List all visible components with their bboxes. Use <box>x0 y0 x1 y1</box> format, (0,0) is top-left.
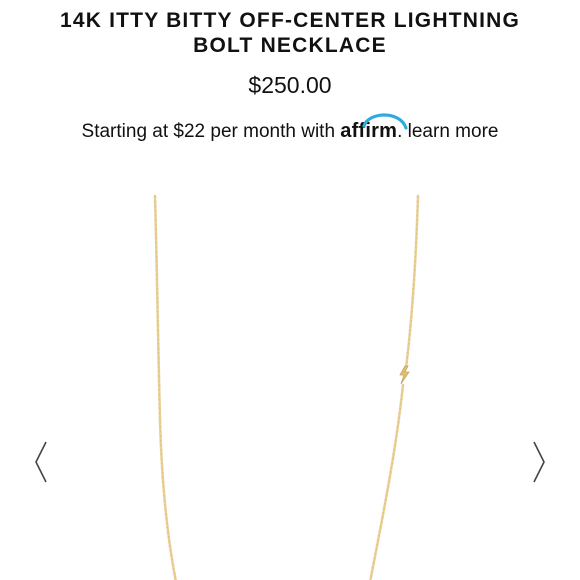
chevron-right-icon <box>533 441 545 483</box>
necklace-product-image <box>153 194 420 580</box>
learn-more-link[interactable]: learn more <box>408 121 499 142</box>
chain-left-strand <box>153 194 177 580</box>
product-title: 14K ITTY BITTY OFF-CENTER LIGHTNING BOLT… <box>0 8 580 58</box>
chevron-left-icon <box>35 441 47 483</box>
lightning-bolt-charm <box>399 365 410 385</box>
product-page: 14K ITTY BITTY OFF-CENTER LIGHTNING BOLT… <box>0 0 580 580</box>
financing-text: Starting at $22 per month with <box>81 121 336 142</box>
chain-right-strand-lower <box>369 383 405 580</box>
affirm-logo: affirm <box>340 113 408 146</box>
next-image-button[interactable] <box>528 440 548 484</box>
chain-right-strand-upper <box>404 194 420 370</box>
product-title-line-2: BOLT NECKLACE <box>193 34 387 57</box>
previous-image-button[interactable] <box>32 440 52 484</box>
product-title-line-1: 14K ITTY BITTY OFF-CENTER LIGHTNING <box>59 9 521 32</box>
product-price: $250.00 <box>248 72 332 98</box>
product-image-gallery[interactable] <box>0 190 580 580</box>
affirm-arc-icon <box>362 113 408 130</box>
affirm-financing-message: Starting at $22 per month with affirm. l… <box>0 113 580 147</box>
